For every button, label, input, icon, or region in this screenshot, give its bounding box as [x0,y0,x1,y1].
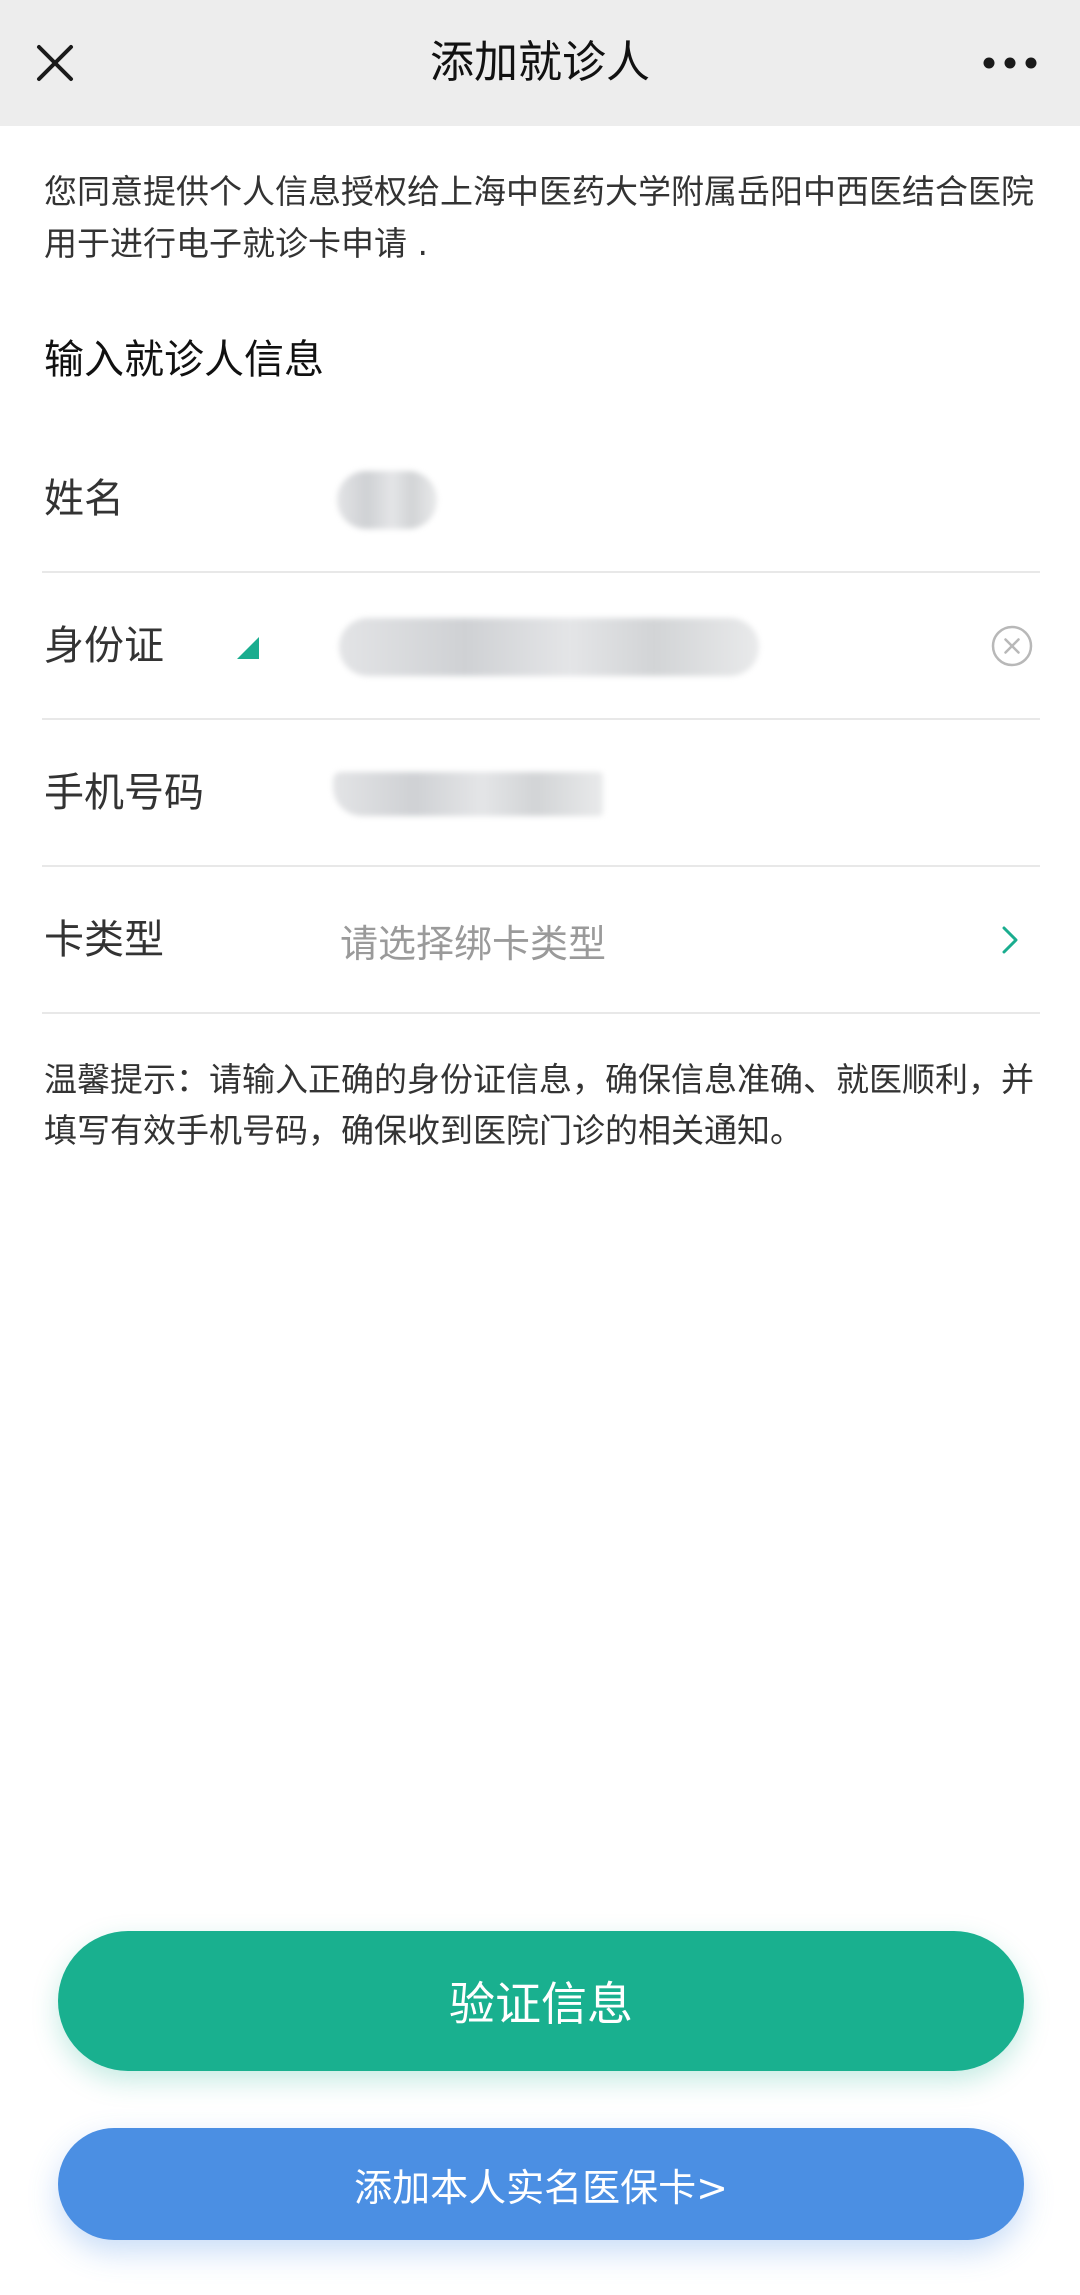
card-type-label: 卡类型 [44,917,164,963]
consent-notice: 您同意提供个人信息授权给上海中医药大学附属岳阳中西医结合医院用于进行电子就诊卡申… [44,172,1034,263]
phone-input[interactable] [297,720,957,867]
redacted-id-value [339,617,759,676]
id-card-input[interactable] [297,573,957,720]
add-insurance-card-button[interactable]: 添加本人实名医保卡> [58,2128,1024,2240]
clear-icon [991,625,1033,667]
phone-label: 手机号码 [44,770,204,816]
card-type-select[interactable]: 请选择绑卡类型 [297,867,957,1014]
name-input[interactable] [297,426,957,573]
form-row-name: 姓名 [42,426,1040,573]
close-icon [37,45,73,81]
card-type-placeholder: 请选择绑卡类型 [340,922,607,966]
form-row-card-type[interactable]: 卡类型 请选择绑卡类型 [42,867,1040,1014]
clear-input-button[interactable] [990,624,1034,668]
page: 添加就诊人 您同意提供个人信息授权给上海中医药大学附属岳阳中西医结合医院用于进行… [0,0,1080,2295]
more-icon [983,57,1037,69]
redacted-name-value [337,470,437,529]
form-row-phone: 手机号码 [42,720,1040,867]
verify-info-button[interactable]: 验证信息 [58,1931,1024,2071]
id-type-dropdown-icon[interactable] [237,637,259,659]
more-button[interactable] [962,30,1058,96]
section-title: 输入就诊人信息 [44,337,324,383]
chevron-right-icon [1002,926,1018,954]
tip-text: 温馨提示：请输入正确的身份证信息，确保信息准确、就医顺利，并填写有效手机号码，确… [44,1060,1034,1150]
name-label: 姓名 [44,476,124,522]
redacted-phone-value [333,771,603,816]
navbar: 添加就诊人 [0,0,1080,126]
form-row-id-card: 身份证 [42,573,1040,720]
close-button[interactable] [22,30,88,96]
id-card-label: 身份证 [44,623,164,669]
page-title: 添加就诊人 [430,37,650,88]
